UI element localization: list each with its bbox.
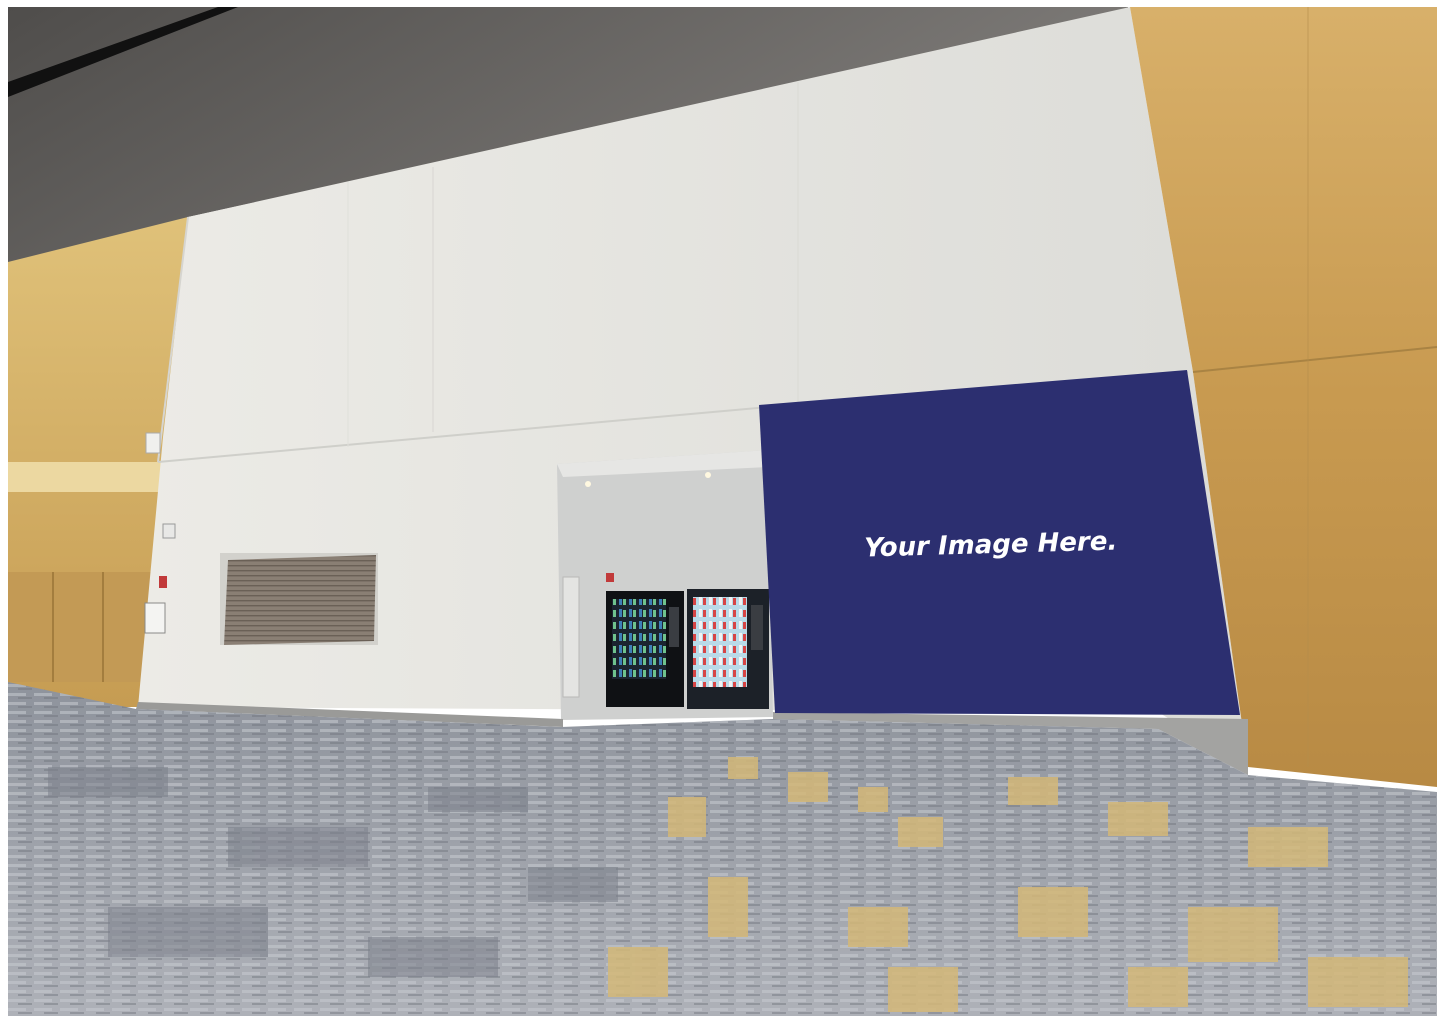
service-window-blinds bbox=[224, 555, 376, 645]
left-hall-doors bbox=[8, 572, 158, 682]
left-hall-light bbox=[8, 462, 168, 492]
wall-box bbox=[144, 602, 166, 634]
scene-photo: Your Image Here. bbox=[8, 7, 1437, 1016]
